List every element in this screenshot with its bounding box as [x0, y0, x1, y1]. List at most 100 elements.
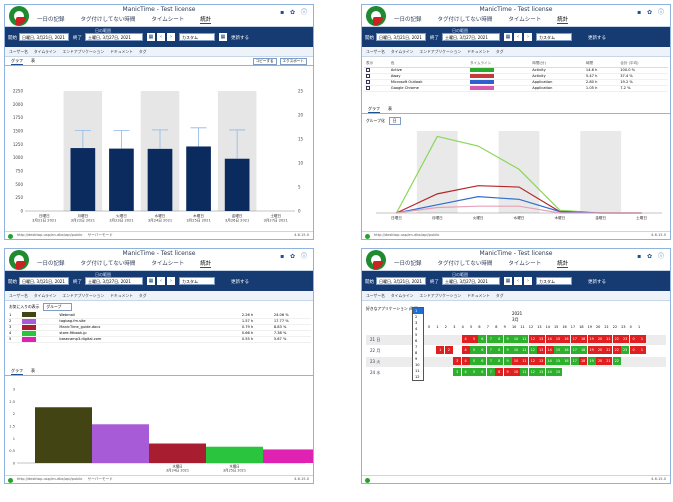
tab-untagged[interactable]: タグ付けしてない時間: [81, 15, 136, 24]
next-icon[interactable]: ›: [524, 33, 532, 41]
prev-icon[interactable]: ‹: [514, 33, 522, 41]
hour-cell[interactable]: 23: [621, 335, 630, 343]
hour-cell[interactable]: 6: [478, 346, 487, 354]
hour-cell[interactable]: 7: [486, 357, 495, 365]
filter-item[interactable]: タグ: [496, 49, 504, 55]
refresh-button[interactable]: 更新する: [588, 279, 606, 285]
preset-select[interactable]: カスタム: [179, 33, 215, 41]
hour-cell[interactable]: 19: [587, 357, 596, 365]
filter-item[interactable]: エンドアプリケーション: [419, 49, 461, 55]
tab-chart[interactable]: グラフ: [11, 368, 23, 375]
checkbox[interactable]: [364, 85, 389, 92]
prev-icon[interactable]: ‹: [157, 277, 165, 285]
tab-day-log[interactable]: 一日の記録: [394, 15, 422, 24]
group-row[interactable]: 5 basecamp3.digital.com 0.55 h 5.67 %: [7, 336, 311, 343]
tab-day-log[interactable]: 一日の記録: [37, 15, 65, 24]
hour-cell[interactable]: 12: [528, 346, 537, 354]
window-controls[interactable]: ▪ ✿ ⓘ: [637, 7, 666, 16]
hour-cell[interactable]: 7: [486, 335, 495, 343]
hour-cell[interactable]: 16: [562, 346, 571, 354]
hour-cell[interactable]: 12: [528, 335, 537, 343]
hour-cell[interactable]: 17: [570, 335, 579, 343]
next-icon[interactable]: ›: [524, 277, 532, 285]
hour-cell[interactable]: 13: [537, 368, 546, 376]
filter-item[interactable]: ドキュメント: [467, 49, 490, 55]
hour-cell[interactable]: 22: [612, 335, 621, 343]
hour-cell[interactable]: 15: [554, 335, 562, 343]
hour-cell[interactable]: 17: [570, 357, 579, 365]
next-icon[interactable]: ›: [167, 33, 175, 41]
filter-item[interactable]: タグ: [496, 293, 504, 299]
hour-cell[interactable]: 8: [495, 357, 504, 365]
hour-cell[interactable]: 17: [570, 346, 579, 354]
to-date-input[interactable]: 土曜日, 3月27日, 2021: [85, 33, 143, 41]
filter-item[interactable]: エンドアプリケーション: [62, 293, 104, 299]
hour-cell[interactable]: 2: [444, 346, 453, 354]
to-date-input[interactable]: 土曜日, 3月27日, 2021: [85, 277, 143, 285]
tab-day-log[interactable]: 一日の記録: [394, 259, 422, 268]
timeline-row[interactable]: Google Chrome Application 1.05 h 7.2 %: [364, 85, 668, 92]
tab-timesheet[interactable]: タイムシート: [508, 259, 541, 268]
filter-item[interactable]: エンドアプリケーション: [419, 293, 461, 299]
hour-cell[interactable]: 21: [604, 346, 613, 354]
count-dropdown[interactable]: 1 2 3 4 5 6 7 8 9 10 11 12: [412, 307, 424, 381]
hour-cell[interactable]: 8: [495, 368, 504, 376]
filter-item[interactable]: タグ: [139, 293, 147, 299]
filter-item[interactable]: ドキュメント: [110, 49, 133, 55]
hour-cell[interactable]: 8: [495, 346, 504, 354]
dropdown-option[interactable]: 12: [413, 374, 423, 380]
calendar-icon[interactable]: ▦: [504, 277, 512, 285]
hour-cell[interactable]: 11: [520, 346, 529, 354]
calendar-icon[interactable]: ▦: [147, 33, 155, 41]
hour-cell[interactable]: 1: [436, 346, 445, 354]
tab-table[interactable]: 表: [31, 58, 35, 64]
filter-item[interactable]: ユーザー名: [9, 49, 28, 55]
hour-cell[interactable]: 21: [604, 335, 613, 343]
filter-item[interactable]: エンドアプリケーション: [62, 49, 104, 55]
preset-select[interactable]: カスタム: [536, 277, 572, 285]
filter-item[interactable]: ドキュメント: [467, 293, 490, 299]
tab-untagged[interactable]: タグ付けしてない時間: [438, 259, 493, 268]
hour-cell[interactable]: 6: [478, 368, 487, 376]
hour-cell[interactable]: 6: [478, 357, 487, 365]
hour-cell[interactable]: 20: [596, 335, 604, 343]
hour-cell[interactable]: 4: [461, 357, 470, 365]
window-controls[interactable]: ▪ ✿ ⓘ: [637, 251, 666, 260]
tab-table[interactable]: 表: [31, 368, 35, 374]
hour-cell[interactable]: 4: [461, 368, 470, 376]
hour-cell[interactable]: 6: [478, 335, 487, 343]
filter-item[interactable]: ユーザー名: [9, 293, 28, 299]
filter-item[interactable]: ユーザー名: [366, 293, 385, 299]
hour-cell[interactable]: 16: [562, 357, 571, 365]
filter-item[interactable]: タイムライン: [391, 49, 414, 55]
to-date-input[interactable]: 土曜日, 3月27日, 2021: [442, 277, 500, 285]
from-date-input[interactable]: 日曜日, 3月21日, 2021: [19, 33, 69, 41]
tab-day-log[interactable]: 一日の記録: [37, 259, 65, 268]
tab-untagged[interactable]: タグ付けしてない時間: [438, 15, 493, 24]
hour-cell[interactable]: 7: [486, 346, 495, 354]
hour-cell[interactable]: 13: [537, 357, 546, 365]
hour-cell[interactable]: 18: [579, 346, 588, 354]
preset-select[interactable]: カスタム: [536, 33, 572, 41]
prev-icon[interactable]: ‹: [514, 277, 522, 285]
calendar-icon[interactable]: ▦: [504, 33, 512, 41]
hour-cell[interactable]: 12: [528, 357, 537, 365]
tab-chart[interactable]: グラフ: [11, 58, 23, 65]
hour-cell[interactable]: 19: [587, 335, 596, 343]
hour-cell[interactable]: 3: [453, 357, 462, 365]
hour-cell[interactable]: 20: [596, 357, 604, 365]
hour-cell[interactable]: 12: [528, 368, 537, 376]
tab-table[interactable]: 表: [388, 106, 392, 112]
hour-cell[interactable]: 10: [512, 368, 520, 376]
hour-cell[interactable]: 16: [562, 335, 571, 343]
from-date-input[interactable]: 日曜日, 3月21日, 2021: [376, 33, 426, 41]
hour-cell[interactable]: 15: [554, 368, 562, 376]
tab-timesheet[interactable]: タイムシート: [151, 259, 184, 268]
window-controls[interactable]: ▪ ✿ ⓘ: [280, 7, 309, 16]
hour-cell[interactable]: 15: [554, 357, 562, 365]
hour-cell[interactable]: 14: [545, 368, 554, 376]
hour-cell[interactable]: 10: [512, 346, 520, 354]
hour-cell[interactable]: 1: [638, 335, 646, 343]
hour-cell[interactable]: 9: [503, 368, 512, 376]
filter-item[interactable]: ユーザー名: [366, 49, 385, 55]
